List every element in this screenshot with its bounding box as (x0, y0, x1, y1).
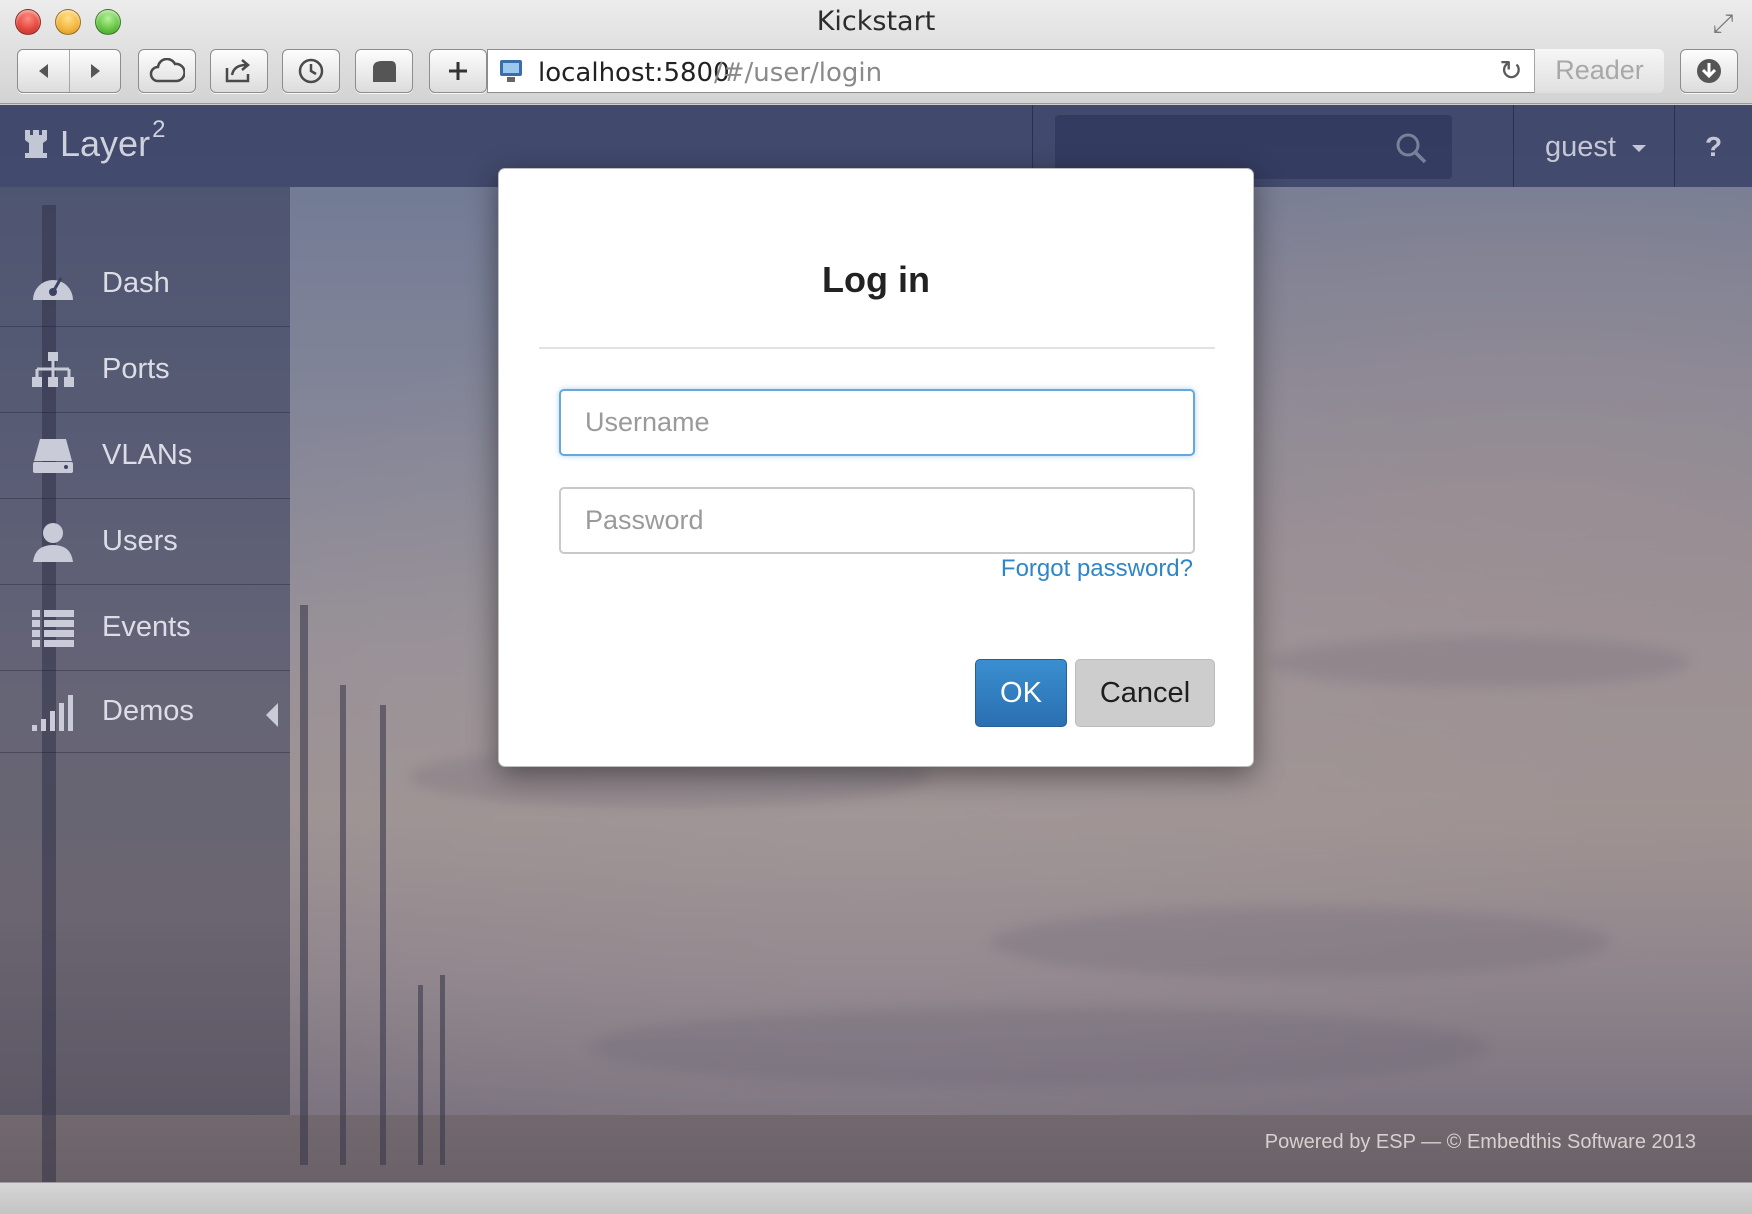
cancel-button[interactable]: Cancel (1075, 659, 1215, 727)
username-field[interactable] (559, 389, 1195, 456)
drive-icon (30, 436, 76, 476)
sidebar-item-label: Events (102, 611, 191, 643)
back-button[interactable] (18, 50, 69, 92)
sidebar-item-label: Users (102, 525, 178, 557)
ok-button[interactable]: OK (975, 659, 1067, 727)
sidebar-item-label: VLANs (102, 439, 193, 471)
user-menu-dropdown[interactable]: guest (1545, 131, 1647, 164)
browser-window: Kickstart ⤢ localhost:5800 /#/user/login… (0, 0, 1752, 1214)
plus-icon (449, 62, 467, 80)
share-button[interactable] (210, 49, 268, 93)
password-field[interactable] (559, 487, 1195, 554)
signal-icon (30, 692, 76, 732)
sidebar-item-label: Dash (102, 267, 170, 299)
caret-down-icon (1632, 144, 1647, 152)
history-icon (298, 58, 324, 84)
dialog-title: Log in (822, 259, 930, 300)
dialog-divider (539, 347, 1215, 349)
extension-button[interactable] (355, 49, 413, 93)
reader-button[interactable]: Reader (1534, 49, 1664, 93)
browser-toolbar: Kickstart ⤢ localhost:5800 /#/user/login… (0, 0, 1752, 104)
nav-divider (1674, 105, 1675, 187)
url-host-text: localhost:5800 (538, 58, 730, 88)
page-footer: Powered by ESP — © Embedthis Software 20… (1264, 1131, 1696, 1153)
brand-superscript: 2 (152, 116, 166, 143)
window-title: Kickstart (816, 6, 936, 37)
forward-button[interactable] (69, 50, 120, 92)
reload-icon[interactable]: ↻ (1496, 56, 1526, 86)
back-arrow-icon (38, 64, 48, 78)
share-icon (225, 59, 250, 83)
sidebar-item-label: Ports (102, 353, 170, 385)
rook-icon (25, 130, 47, 158)
list-icon (30, 608, 76, 648)
sidebar-item-vlans[interactable]: VLANs (0, 413, 290, 499)
site-favicon-icon (500, 60, 522, 82)
sidebar: Dash Ports VLANs Users Events Demos (0, 187, 290, 1115)
brand-logo[interactable]: Layer 2 (22, 116, 165, 165)
downloads-button[interactable] (1680, 49, 1738, 93)
sitemap-icon (30, 350, 76, 390)
user-menu-label: guest (1545, 131, 1616, 163)
back-forward-group (17, 49, 121, 93)
sidebar-item-label: Demos (102, 695, 194, 727)
history-button[interactable] (282, 49, 340, 93)
sidebar-item-dash[interactable]: Dash (0, 241, 290, 327)
brand-name: Layer (60, 123, 151, 164)
sidebar-item-events[interactable]: Events (0, 585, 290, 671)
extension-icon (373, 61, 396, 82)
login-dialog: Log in Forgot password? OK Cancel (498, 168, 1254, 767)
sidebar-item-ports[interactable]: Ports (0, 327, 290, 413)
user-icon (30, 522, 76, 562)
nav-divider (1513, 105, 1514, 187)
browser-status-bar (0, 1182, 1752, 1214)
fullscreen-icon[interactable]: ⤢ (1708, 8, 1738, 38)
search-icon (1396, 133, 1427, 164)
address-bar[interactable]: localhost:5800 /#/user/login ↻ Reader (487, 49, 1664, 93)
forward-arrow-icon (91, 64, 100, 78)
dashboard-icon (30, 264, 76, 304)
sidebar-item-users[interactable]: Users (0, 499, 290, 585)
forgot-password-link[interactable]: Forgot password? (1001, 555, 1193, 583)
url-path-text: /#/user/login (714, 58, 883, 88)
help-icon[interactable]: ? (1705, 131, 1722, 163)
new-tab-button[interactable] (429, 49, 487, 93)
sidebar-item-demos[interactable]: Demos (0, 671, 290, 753)
download-icon (1697, 59, 1721, 83)
caret-left-icon (266, 703, 278, 727)
icloud-tabs-button[interactable] (138, 49, 196, 93)
cloud-icon (149, 58, 185, 83)
